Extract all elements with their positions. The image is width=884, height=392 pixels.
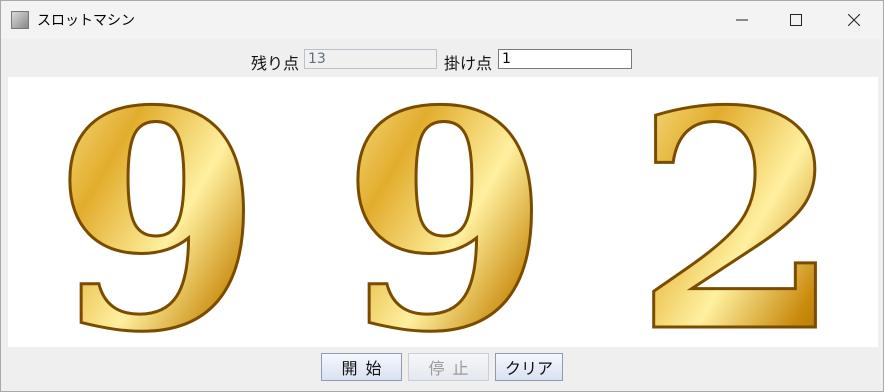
remaining-points-label: 残り点 [251,54,300,73]
close-button[interactable] [831,1,877,39]
bet-points-input[interactable]: 1 [498,49,632,69]
bet-points-label: 掛け点 [444,54,493,73]
reel-2-gold-digit-image: 9 [340,44,552,392]
reel-1: 9 [52,44,264,392]
app-icon [11,11,29,29]
control-buttons: 開始 停止 クリア [1,351,883,381]
title-bar: スロットマシン [1,1,883,39]
maximize-button[interactable] [773,1,819,39]
score-toolbar: 残り点 13 掛け点 1 [1,39,883,77]
reel-panel: 9 9 2 [8,44,878,392]
minimize-icon [736,19,748,21]
reel-2-digit: 9 [346,81,546,343]
stop-button[interactable]: 停止 [408,353,489,381]
clear-button[interactable]: クリア [495,353,563,381]
reel-3-gold-digit-image: 2 [632,44,844,392]
maximize-icon [790,14,802,26]
start-button[interactable]: 開始 [321,353,402,381]
reel-3: 2 [632,44,844,392]
remaining-points-field: 13 [304,49,437,69]
reel-1-digit: 9 [58,81,258,343]
reel-3-digit: 2 [638,81,838,343]
reel-2: 9 [340,44,552,392]
minimize-button[interactable] [719,1,765,39]
close-icon [848,14,860,26]
window-title: スロットマシン [37,13,135,29]
reel-1-gold-digit-image: 9 [52,44,264,392]
slot-machine-window: スロットマシン 残り点 13 掛け点 1 9 9 2 開始 停止 クリア [0,0,884,392]
